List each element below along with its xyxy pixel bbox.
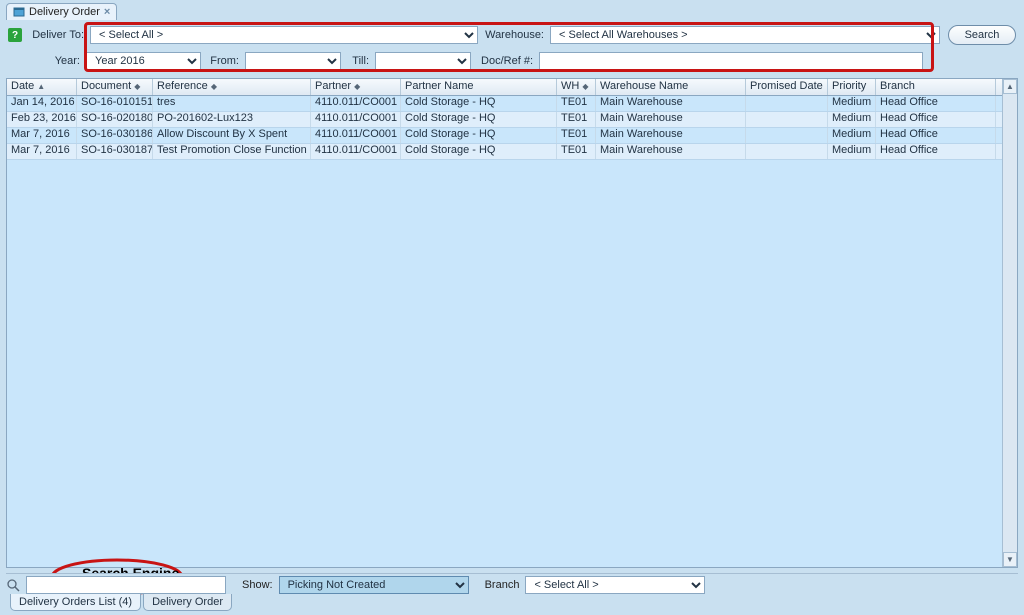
show-select[interactable]: Picking Not Created — [279, 576, 469, 594]
tab-delivery-orders-list[interactable]: Delivery Orders List (4) — [10, 594, 141, 611]
cell: Medium — [828, 112, 876, 127]
col-wh[interactable]: WH ◆ — [557, 79, 596, 95]
data-grid: Date▲ Document ◆ Reference ◆ Partner ◆ P… — [6, 78, 1018, 568]
cell: Medium — [828, 144, 876, 159]
branch-filter-label: Branch — [485, 579, 520, 591]
col-priority[interactable]: Priority — [828, 79, 876, 95]
cell: Medium — [828, 96, 876, 111]
col-date[interactable]: Date▲ — [7, 79, 77, 95]
document-tab[interactable]: Delivery Order × — [6, 3, 117, 20]
cell: Cold Storage - HQ — [401, 144, 557, 159]
year-select[interactable]: Year 2016 — [86, 52, 201, 70]
cell: Main Warehouse — [596, 112, 746, 127]
cell: 4110.011/CO001 — [311, 112, 401, 127]
cell: Cold Storage - HQ — [401, 96, 557, 111]
col-reference[interactable]: Reference ◆ — [153, 79, 311, 95]
cell — [746, 144, 828, 159]
scroll-down-icon[interactable]: ▼ — [1003, 552, 1017, 567]
table-row[interactable]: Mar 7, 2016SO-16-030186Allow Discount By… — [7, 128, 1017, 144]
cell: Allow Discount By X Spent — [153, 128, 311, 143]
delivery-order-icon — [13, 6, 25, 18]
scroll-up-icon[interactable]: ▲ — [1003, 79, 1017, 94]
till-select[interactable] — [375, 52, 471, 70]
col-promised-date[interactable]: Promised Date — [746, 79, 828, 95]
cell — [746, 128, 828, 143]
cell: SO-16-020180 — [77, 112, 153, 127]
close-icon[interactable]: × — [104, 6, 110, 18]
table-row[interactable]: Jan 14, 2016SO-16-010151tres4110.011/CO0… — [7, 96, 1017, 112]
cell: SO-16-030186 — [77, 128, 153, 143]
cell: 4110.011/CO001 — [311, 96, 401, 111]
docref-label: Doc/Ref #: — [477, 55, 533, 67]
cell: Main Warehouse — [596, 128, 746, 143]
cell: 4110.011/CO001 — [311, 144, 401, 159]
cell: Head Office — [876, 96, 996, 111]
show-label: Show: — [242, 579, 273, 591]
col-branch[interactable]: Branch — [876, 79, 996, 95]
warehouse-label: Warehouse: — [484, 29, 544, 41]
grid-header-row: Date▲ Document ◆ Reference ◆ Partner ◆ P… — [7, 79, 1017, 96]
cell: TE01 — [557, 112, 596, 127]
help-icon[interactable]: ? — [8, 28, 22, 42]
cell: PO-201602-Lux123 — [153, 112, 311, 127]
from-label: From: — [207, 55, 239, 67]
cell: Feb 23, 2016 — [7, 112, 77, 127]
cell: Head Office — [876, 128, 996, 143]
cell: Test Promotion Close Function — [153, 144, 311, 159]
docref-input[interactable] — [539, 52, 923, 70]
col-document[interactable]: Document ◆ — [77, 79, 153, 95]
cell: tres — [153, 96, 311, 111]
search-button[interactable]: Search — [948, 25, 1016, 45]
vertical-scrollbar[interactable]: ▲ ▼ — [1002, 79, 1017, 567]
document-tab-title: Delivery Order — [29, 6, 100, 18]
quick-search-input[interactable] — [26, 576, 226, 594]
tab-delivery-order[interactable]: Delivery Order — [143, 594, 232, 611]
col-partner[interactable]: Partner ◆ — [311, 79, 401, 95]
cell: Head Office — [876, 144, 996, 159]
cell: TE01 — [557, 144, 596, 159]
search-icon — [6, 578, 20, 592]
cell: TE01 — [557, 96, 596, 111]
cell: Mar 7, 2016 — [7, 144, 77, 159]
cell — [746, 96, 828, 111]
cell: SO-16-030187 — [77, 144, 153, 159]
from-select[interactable] — [245, 52, 341, 70]
cell: Main Warehouse — [596, 96, 746, 111]
cell: Medium — [828, 128, 876, 143]
year-label: Year: — [8, 55, 80, 67]
cell: 4110.011/CO001 — [311, 128, 401, 143]
cell — [746, 112, 828, 127]
till-label: Till: — [347, 55, 369, 67]
cell: Cold Storage - HQ — [401, 112, 557, 127]
deliver-to-select[interactable]: < Select All > — [90, 26, 478, 44]
sort-asc-icon: ▲ — [37, 82, 45, 91]
col-partner-name[interactable]: Partner Name — [401, 79, 557, 95]
cell: Main Warehouse — [596, 144, 746, 159]
col-warehouse-name[interactable]: Warehouse Name — [596, 79, 746, 95]
warehouse-select[interactable]: < Select All Warehouses > — [550, 26, 940, 44]
cell: Head Office — [876, 112, 996, 127]
cell: Jan 14, 2016 — [7, 96, 77, 111]
table-row[interactable]: Mar 7, 2016SO-16-030187Test Promotion Cl… — [7, 144, 1017, 160]
cell: TE01 — [557, 128, 596, 143]
cell: SO-16-010151 — [77, 96, 153, 111]
table-row[interactable]: Feb 23, 2016SO-16-020180PO-201602-Lux123… — [7, 112, 1017, 128]
cell: Mar 7, 2016 — [7, 128, 77, 143]
branch-filter-select[interactable]: < Select All > — [525, 576, 705, 594]
cell: Cold Storage - HQ — [401, 128, 557, 143]
deliver-to-label: Deliver To: — [28, 29, 84, 41]
